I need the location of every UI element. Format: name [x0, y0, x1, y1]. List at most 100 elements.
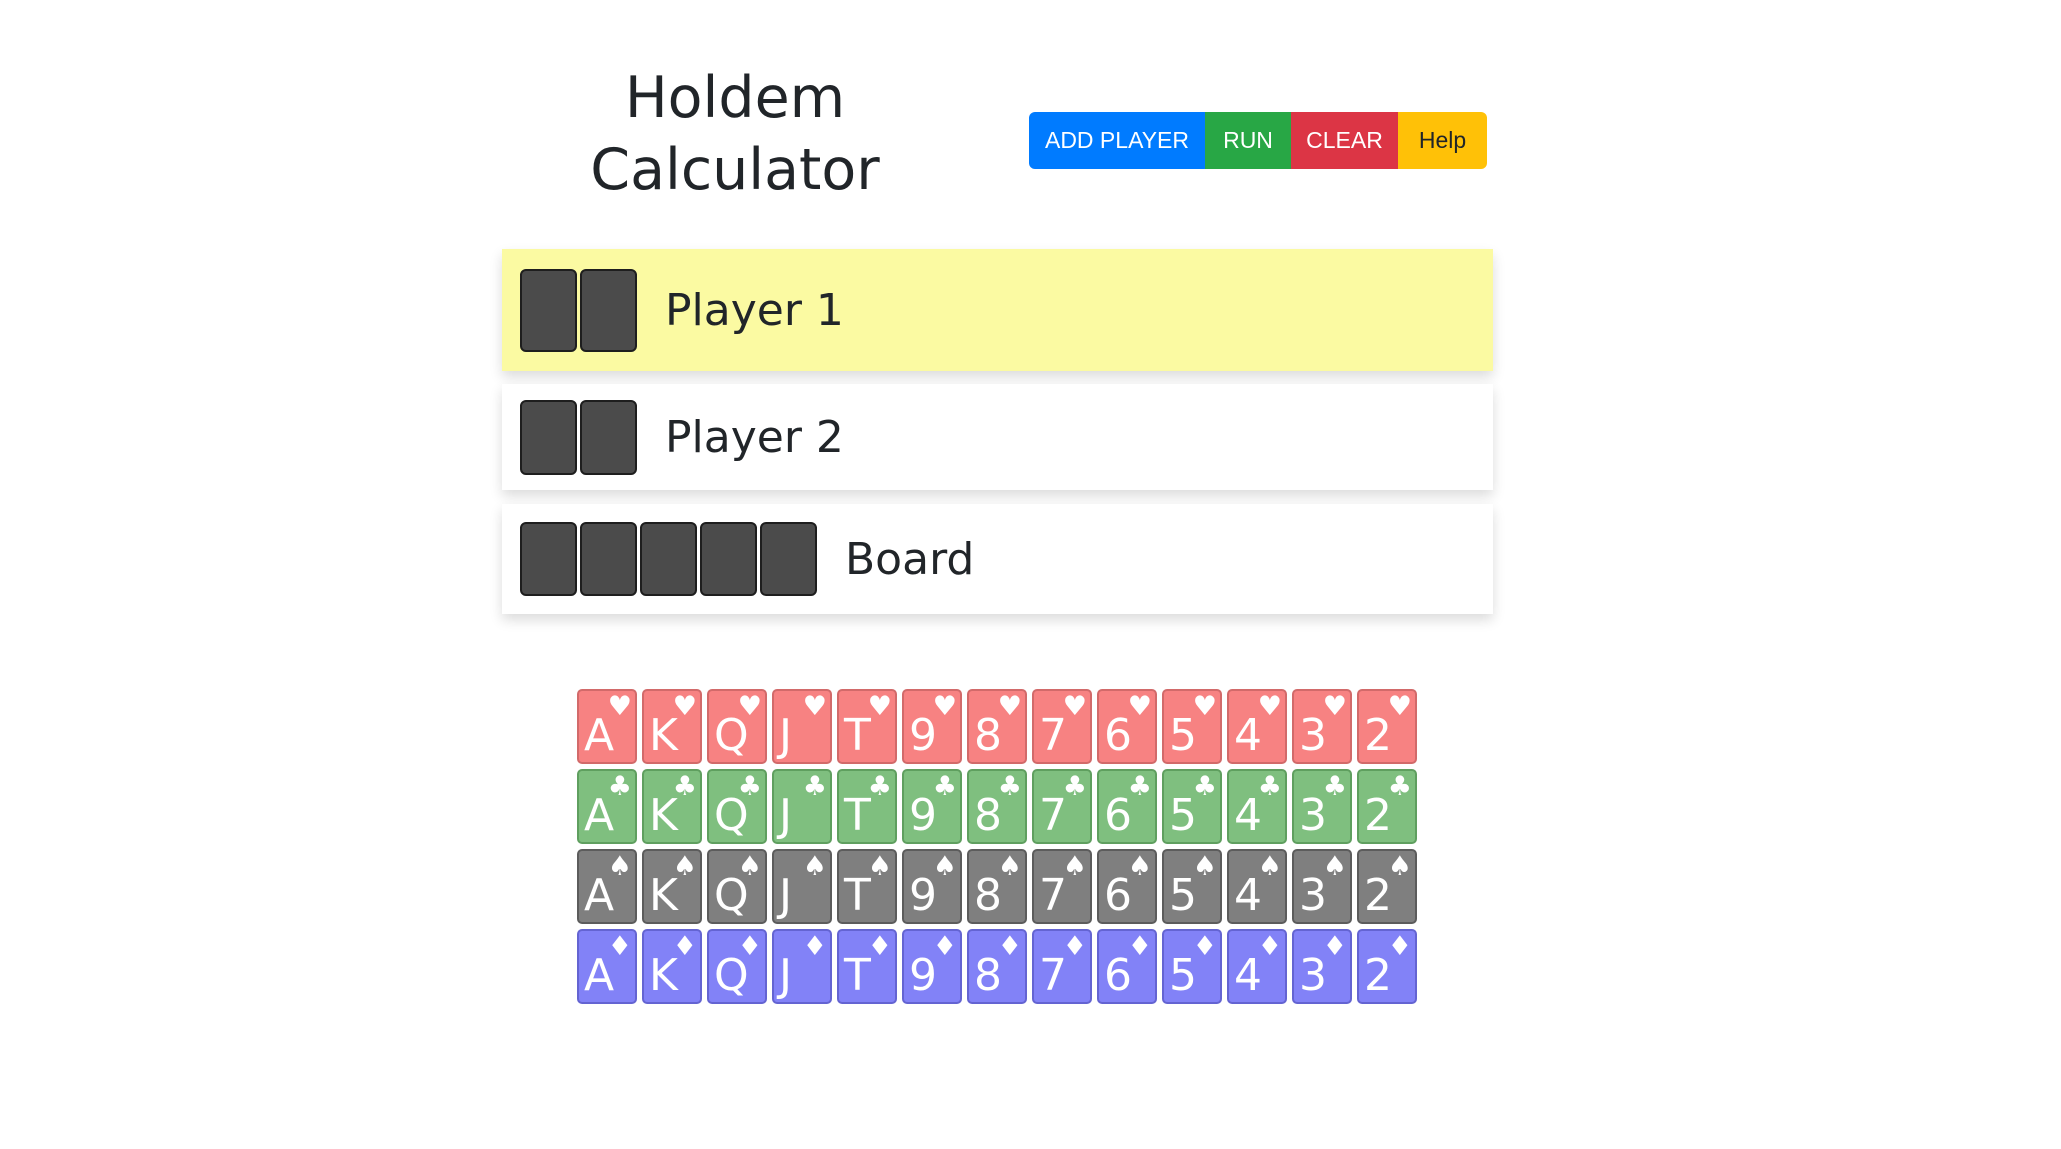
card-2-clubs[interactable]: 2 ♣	[1357, 769, 1417, 844]
card-rank: J	[779, 870, 792, 921]
board-row[interactable]: Board	[502, 504, 1493, 614]
card-5-clubs[interactable]: 5 ♣	[1162, 769, 1222, 844]
clubs-suit-icon: ♣	[932, 771, 957, 802]
player-row-2[interactable]: Player 2	[502, 384, 1493, 490]
card-2-diamonds[interactable]: 2 ♦	[1357, 929, 1417, 1004]
card-J-hearts[interactable]: J ♥	[772, 689, 832, 764]
card-6-hearts[interactable]: 6 ♥	[1097, 689, 1157, 764]
empty-card-slot[interactable]	[760, 522, 817, 596]
card-6-diamonds[interactable]: 6 ♦	[1097, 929, 1157, 1004]
card-6-spades[interactable]: 6 ♠	[1097, 849, 1157, 924]
spades-suit-icon: ♠	[1192, 851, 1217, 882]
empty-card-slot[interactable]	[580, 399, 637, 475]
card-6-clubs[interactable]: 6 ♣	[1097, 769, 1157, 844]
card-3-diamonds[interactable]: 3 ♦	[1292, 929, 1352, 1004]
card-K-diamonds[interactable]: K ♦	[642, 929, 702, 1004]
hearts-suit-icon: ♥	[1192, 691, 1217, 722]
card-T-hearts[interactable]: T ♥	[837, 689, 897, 764]
empty-card-slot[interactable]	[520, 268, 577, 352]
card-J-diamonds[interactable]: J ♦	[772, 929, 832, 1004]
hearts-suit-icon: ♥	[607, 691, 632, 722]
empty-card-slot[interactable]	[520, 522, 577, 596]
clubs-suit-icon: ♣	[1062, 771, 1087, 802]
run-button[interactable]: RUN	[1205, 112, 1291, 169]
card-K-clubs[interactable]: K ♣	[642, 769, 702, 844]
deck-row-diamonds: A ♦ K ♦ Q ♦ J ♦ T ♦ 9 ♦ 8 ♦ 7 ♦ 6 ♦ 5 ♦ 4 ♦ 3 ♦ 2 ♦	[577, 929, 1417, 1004]
card-8-clubs[interactable]: 8 ♣	[967, 769, 1027, 844]
deck-row-spades: A ♠ K ♠ Q ♠ J ♠ T ♠ 9 ♠ 8 ♠ 7 ♠ 6 ♠ 5 ♠ 4 ♠ 3 ♠ 2 ♠	[577, 849, 1417, 924]
card-3-clubs[interactable]: 3 ♣	[1292, 769, 1352, 844]
card-J-spades[interactable]: J ♠	[772, 849, 832, 924]
card-A-clubs[interactable]: A ♣	[577, 769, 637, 844]
card-4-hearts[interactable]: 4 ♥	[1227, 689, 1287, 764]
card-3-spades[interactable]: 3 ♠	[1292, 849, 1352, 924]
spades-suit-icon: ♠	[867, 851, 892, 882]
spades-suit-icon: ♠	[1062, 851, 1087, 882]
card-J-clubs[interactable]: J ♣	[772, 769, 832, 844]
clubs-suit-icon: ♣	[607, 771, 632, 802]
card-T-clubs[interactable]: T ♣	[837, 769, 897, 844]
card-A-spades[interactable]: A ♠	[577, 849, 637, 924]
card-9-clubs[interactable]: 9 ♣	[902, 769, 962, 844]
card-8-hearts[interactable]: 8 ♥	[967, 689, 1027, 764]
player-row-1[interactable]: Player 1	[502, 249, 1493, 371]
player-1-label: Player 1	[665, 284, 844, 336]
diamonds-suit-icon: ♦	[932, 931, 957, 962]
card-9-diamonds[interactable]: 9 ♦	[902, 929, 962, 1004]
card-K-spades[interactable]: K ♠	[642, 849, 702, 924]
card-T-spades[interactable]: T ♠	[837, 849, 897, 924]
diamonds-suit-icon: ♦	[867, 931, 892, 962]
card-4-diamonds[interactable]: 4 ♦	[1227, 929, 1287, 1004]
clubs-suit-icon: ♣	[802, 771, 827, 802]
hearts-suit-icon: ♥	[1322, 691, 1347, 722]
holdem-calculator-page: Holdem Calculator ADD PLAYER RUN CLEAR H…	[0, 0, 2061, 1149]
card-9-spades[interactable]: 9 ♠	[902, 849, 962, 924]
help-button[interactable]: Help	[1398, 112, 1487, 169]
empty-card-slot[interactable]	[700, 522, 757, 596]
card-rank: J	[779, 710, 792, 761]
card-7-clubs[interactable]: 7 ♣	[1032, 769, 1092, 844]
deck-row-clubs: A ♣ K ♣ Q ♣ J ♣ T ♣ 9 ♣ 8 ♣ 7 ♣ 6 ♣ 5 ♣ 4 ♣ 3 ♣ 2 ♣	[577, 769, 1417, 844]
empty-card-slot[interactable]	[580, 522, 637, 596]
clubs-suit-icon: ♣	[1322, 771, 1347, 802]
card-T-diamonds[interactable]: T ♦	[837, 929, 897, 1004]
clubs-suit-icon: ♣	[1127, 771, 1152, 802]
card-deck-picker: A ♥ K ♥ Q ♥ J ♥ T ♥ 9 ♥ 8 ♥ 7 ♥ 6 ♥ 5 ♥ 4 ♥ 3 ♥ 2 ♥ A ♣ K ♣ Q ♣ J ♣ T ♣ 9 ♣ 8 ♣…	[577, 689, 1417, 1009]
clubs-suit-icon: ♣	[672, 771, 697, 802]
card-5-spades[interactable]: 5 ♠	[1162, 849, 1222, 924]
card-9-hearts[interactable]: 9 ♥	[902, 689, 962, 764]
clear-button[interactable]: CLEAR	[1291, 112, 1398, 169]
card-8-diamonds[interactable]: 8 ♦	[967, 929, 1027, 1004]
add-player-button[interactable]: ADD PLAYER	[1029, 112, 1205, 169]
spades-suit-icon: ♠	[1127, 851, 1152, 882]
card-4-clubs[interactable]: 4 ♣	[1227, 769, 1287, 844]
card-7-spades[interactable]: 7 ♠	[1032, 849, 1092, 924]
card-A-diamonds[interactable]: A ♦	[577, 929, 637, 1004]
card-Q-hearts[interactable]: Q ♥	[707, 689, 767, 764]
card-Q-diamonds[interactable]: Q ♦	[707, 929, 767, 1004]
card-7-hearts[interactable]: 7 ♥	[1032, 689, 1092, 764]
card-2-spades[interactable]: 2 ♠	[1357, 849, 1417, 924]
spades-suit-icon: ♠	[1387, 851, 1412, 882]
card-3-hearts[interactable]: 3 ♥	[1292, 689, 1352, 764]
card-Q-clubs[interactable]: Q ♣	[707, 769, 767, 844]
card-5-hearts[interactable]: 5 ♥	[1162, 689, 1222, 764]
spades-suit-icon: ♠	[997, 851, 1022, 882]
card-4-spades[interactable]: 4 ♠	[1227, 849, 1287, 924]
card-2-hearts[interactable]: 2 ♥	[1357, 689, 1417, 764]
empty-card-slot[interactable]	[640, 522, 697, 596]
clubs-suit-icon: ♣	[1257, 771, 1282, 802]
spades-suit-icon: ♠	[932, 851, 957, 882]
diamonds-suit-icon: ♦	[1322, 931, 1347, 962]
card-7-diamonds[interactable]: 7 ♦	[1032, 929, 1092, 1004]
card-A-hearts[interactable]: A ♥	[577, 689, 637, 764]
card-Q-spades[interactable]: Q ♠	[707, 849, 767, 924]
card-5-diamonds[interactable]: 5 ♦	[1162, 929, 1222, 1004]
page-title: Holdem Calculator	[590, 65, 880, 203]
spades-suit-icon: ♠	[672, 851, 697, 882]
card-8-spades[interactable]: 8 ♠	[967, 849, 1027, 924]
card-K-hearts[interactable]: K ♥	[642, 689, 702, 764]
empty-card-slot[interactable]	[580, 268, 637, 352]
empty-card-slot[interactable]	[520, 399, 577, 475]
board-cards	[520, 522, 817, 596]
